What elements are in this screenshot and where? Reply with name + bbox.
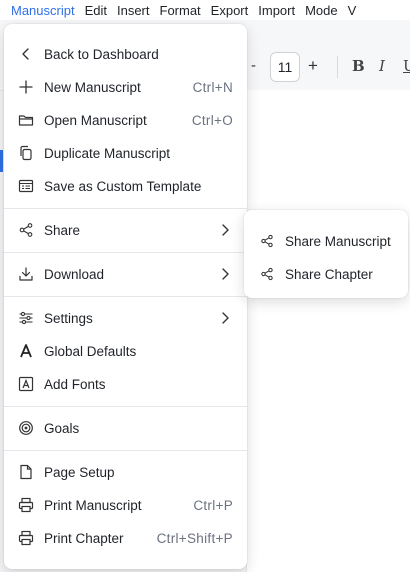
menu-view[interactable]: V <box>343 3 362 18</box>
goals-item[interactable]: Goals <box>4 412 247 444</box>
global-defaults-label: Global Defaults <box>44 343 137 359</box>
print-chapter-item[interactable]: Print Chapter Ctrl+Shift+P <box>4 522 247 554</box>
add-fonts-item[interactable]: Add Fonts <box>4 368 247 400</box>
print-chapter-shortcut: Ctrl+Shift+P <box>156 530 233 546</box>
menu-insert[interactable]: Insert <box>112 3 155 18</box>
sliders-icon <box>18 310 34 326</box>
menu-divider <box>4 296 247 297</box>
print-manuscript-item[interactable]: Print Manuscript Ctrl+P <box>4 489 247 521</box>
global-defaults-item[interactable]: Global Defaults <box>4 335 247 367</box>
menu-divider <box>4 208 247 209</box>
goals-label: Goals <box>44 420 80 436</box>
folder-icon <box>18 112 34 128</box>
template-icon <box>18 178 34 194</box>
share-manuscript-item[interactable]: Share Manuscript <box>244 225 408 257</box>
back-to-dashboard-item[interactable]: Back to Dashboard <box>4 38 247 70</box>
download-icon <box>18 266 34 282</box>
selected-indicator <box>0 150 3 172</box>
menu-divider <box>4 252 247 253</box>
share-submenu: Share Manuscript Share Chapter <box>244 210 408 298</box>
chevron-right-icon <box>217 266 233 282</box>
menu-manuscript[interactable]: Manuscript <box>0 3 80 18</box>
save-as-custom-template-label: Save as Custom Template <box>44 178 202 194</box>
share-icon <box>260 234 274 248</box>
share-item[interactable]: Share <box>4 214 247 246</box>
menu-bar: Manuscript Edit Insert Format Export Imp… <box>0 0 410 20</box>
printer-icon <box>18 497 34 513</box>
add-fonts-label: Add Fonts <box>44 376 106 392</box>
share-chapter-label: Share Chapter <box>285 266 373 282</box>
menu-divider <box>4 450 247 451</box>
back-to-dashboard-label: Back to Dashboard <box>44 46 159 62</box>
print-chapter-label: Print Chapter <box>44 530 124 546</box>
share-manuscript-label: Share Manuscript <box>285 233 391 249</box>
settings-label: Settings <box>44 310 93 326</box>
page-setup-item[interactable]: Page Setup <box>4 456 247 488</box>
menu-format[interactable]: Format <box>155 3 206 18</box>
share-chapter-item[interactable]: Share Chapter <box>244 258 408 290</box>
menu-export[interactable]: Export <box>206 3 254 18</box>
print-manuscript-label: Print Manuscript <box>44 497 142 513</box>
open-manuscript-shortcut: Ctrl+O <box>191 112 233 128</box>
font-size-input[interactable]: 11 <box>270 52 300 82</box>
new-manuscript-item[interactable]: New Manuscript Ctrl+N <box>4 71 247 103</box>
share-icon <box>18 222 34 238</box>
page-setup-label: Page Setup <box>44 464 115 480</box>
plus-icon <box>18 79 34 95</box>
open-manuscript-label: Open Manuscript <box>44 112 147 128</box>
underline-button[interactable]: U <box>403 57 410 75</box>
download-item[interactable]: Download <box>4 258 247 290</box>
chevron-right-icon <box>217 222 233 238</box>
copy-icon <box>18 145 34 161</box>
print-manuscript-shortcut: Ctrl+P <box>193 497 233 513</box>
letter-a-icon <box>18 343 34 359</box>
bold-button[interactable]: B <box>352 57 365 75</box>
chevron-right-icon <box>217 310 233 326</box>
menu-mode[interactable]: Mode <box>300 3 343 18</box>
open-manuscript-item[interactable]: Open Manuscript Ctrl+O <box>4 104 247 136</box>
save-as-custom-template-item[interactable]: Save as Custom Template <box>4 170 247 202</box>
manuscript-page[interactable] <box>246 90 410 572</box>
new-manuscript-shortcut: Ctrl+N <box>192 79 233 95</box>
download-label: Download <box>44 266 105 282</box>
printer-icon <box>18 530 34 546</box>
italic-button[interactable]: I <box>379 57 385 75</box>
target-icon <box>18 420 34 436</box>
menu-edit[interactable]: Edit <box>80 3 112 18</box>
share-icon <box>260 267 274 281</box>
menu-divider <box>4 406 247 407</box>
font-size-increase-button[interactable]: + <box>308 56 318 76</box>
share-label: Share <box>44 222 81 238</box>
new-manuscript-label: New Manuscript <box>44 79 141 95</box>
toolbar-divider <box>337 56 338 78</box>
font-size-decrease-button[interactable]: - <box>251 57 256 74</box>
duplicate-manuscript-item[interactable]: Duplicate Manuscript <box>4 137 247 169</box>
manuscript-menu: Back to Dashboard New Manuscript Ctrl+N … <box>4 24 247 569</box>
file-icon <box>18 464 34 480</box>
font-box-icon <box>18 376 34 392</box>
duplicate-manuscript-label: Duplicate Manuscript <box>44 145 171 161</box>
settings-item[interactable]: Settings <box>4 302 247 334</box>
chevron-left-icon <box>18 46 34 62</box>
menu-import[interactable]: Import <box>253 3 300 18</box>
